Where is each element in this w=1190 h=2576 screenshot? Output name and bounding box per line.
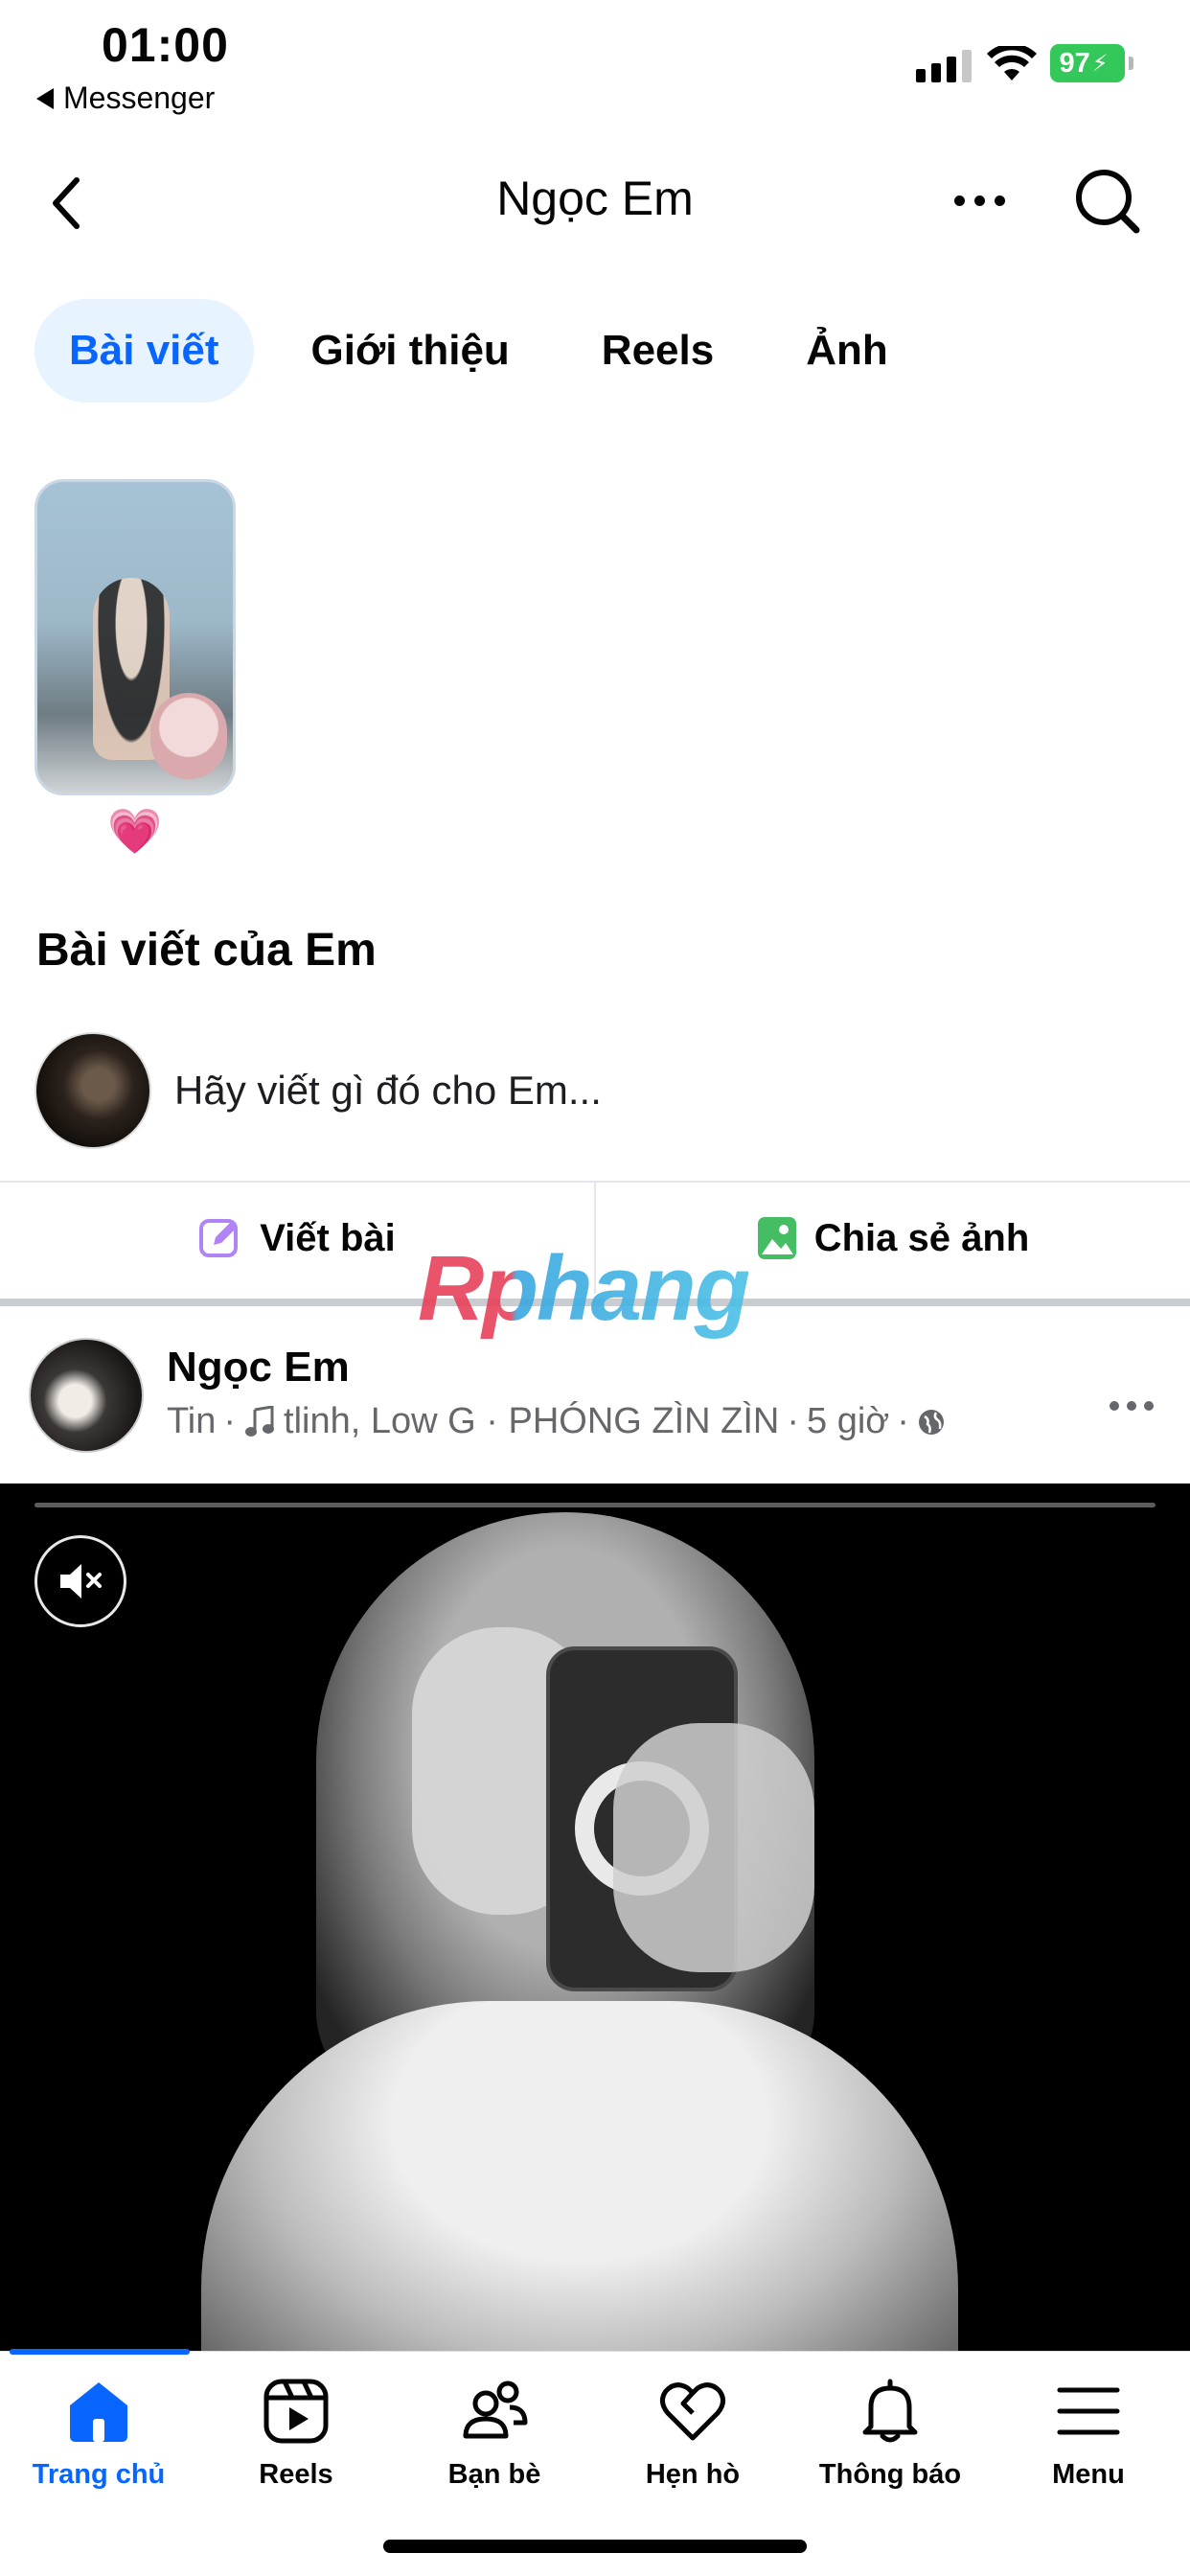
separator-dot: · [897,1401,909,1441]
nav-menu[interactable]: Menu [990,2377,1187,2491]
post-time: 5 giờ [807,1401,890,1441]
reels-icon [263,2379,329,2444]
speaker-muted-icon [60,1564,102,1598]
highlight-caption-heart: 💗 [107,806,163,856]
video-subject-body [201,2001,958,2351]
menu-icon [1057,2387,1120,2435]
nav-reels-label: Reels [259,2459,333,2490]
nav-menu-label: Menu [1052,2459,1125,2490]
home-indicator[interactable] [383,2540,807,2553]
battery-level: 97 [1059,47,1090,79]
profile-header: Ngọc Em [0,153,1190,249]
photo-plush-toy [150,693,227,779]
home-icon [70,2382,127,2442]
search-icon[interactable] [1073,167,1142,236]
globe-icon [918,1409,944,1435]
cellular-signal-icon [916,44,972,82]
tab-posts[interactable]: Bài viết [34,299,254,402]
nav-dating-label: Hẹn hò [645,2459,741,2490]
nav-home-label: Trang chủ [32,2459,166,2490]
status-bar: 01:00 Messenger 97 ⚡ [0,0,1190,125]
composer-placeholder[interactable]: Hãy viết gì đó cho Em... [174,1068,602,1114]
back-triangle-icon [36,87,54,109]
video-subject-hand [613,1723,814,1972]
friends-icon [463,2380,528,2439]
page-title: Ngọc Em [496,172,694,225]
video-progress-bar[interactable] [34,1503,1156,1507]
music-note-icon [245,1405,275,1437]
nav-friends[interactable]: Bạn bè [396,2377,593,2491]
mute-toggle-button[interactable] [34,1535,126,1627]
active-tab-indicator [10,2349,190,2355]
posts-section-title: Bài viết của Em [36,925,377,976]
more-options-icon[interactable] [954,196,1005,206]
edit-icon [199,1219,239,1257]
featured-story-thumbnail[interactable] [34,479,236,795]
charging-bolt-icon: ⚡ [1091,50,1109,77]
dating-heart-icon [660,2382,725,2441]
post-more-options-icon[interactable] [1110,1401,1154,1411]
nav-dating[interactable]: Hẹn hò [594,2377,791,2491]
nav-friends-label: Bạn bè [447,2459,541,2490]
watermark-text: Rphang [418,1237,750,1340]
post-video[interactable] [0,1484,1190,2351]
wifi-icon [987,46,1037,80]
nav-notifications[interactable]: Thông báo [791,2377,989,2491]
post-music[interactable]: tlinh, Low G · PHÓNG ZÌN ZÌN [284,1401,779,1442]
post-composer[interactable]: Hãy viết gì đó cho Em... [34,1031,1156,1150]
battery-indicator: 97 ⚡ [1050,44,1133,82]
post-type: Tin [167,1401,217,1441]
tab-reels[interactable]: Reels [567,299,748,402]
write-post-label: Viết bài [260,1216,396,1259]
photo-icon [757,1217,796,1259]
share-photo-label: Chia sẻ ảnh [813,1216,1030,1259]
back-to-app-link[interactable]: Messenger [36,80,215,116]
status-time: 01:00 [102,18,229,72]
tab-about[interactable]: Giới thiệu [277,299,544,402]
post-header: Ngọc Em Tin · tlinh, Low G · PHÓNG ZÌN Z… [0,1332,1190,1476]
nav-reels[interactable]: Reels [197,2377,395,2491]
bell-icon [862,2379,918,2443]
nav-notifications-label: Thông báo [818,2459,962,2490]
post-meta: Tin · tlinh, Low G · PHÓNG ZÌN ZÌN · 5 g… [167,1401,946,1442]
separator-dot: · [787,1401,800,1441]
back-app-label: Messenger [63,80,216,115]
current-user-avatar [34,1032,151,1149]
post-author-avatar[interactable] [29,1338,144,1453]
tab-photos[interactable]: Ảnh [771,299,923,402]
profile-tabs: Bài viết Giới thiệu Reels Ảnh [34,299,946,402]
separator-dot: · [223,1401,237,1441]
post-author-name[interactable]: Ngọc Em [167,1344,350,1392]
nav-home[interactable]: Trang chủ [0,2377,197,2491]
